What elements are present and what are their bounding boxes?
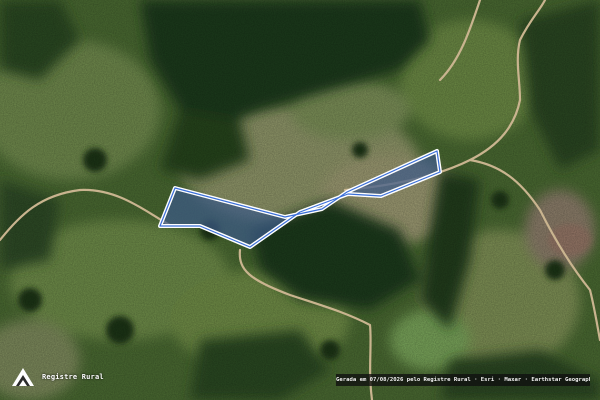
- satellite-imagery: [0, 0, 600, 400]
- satellite-map[interactable]: Registre Rural Gerada em 07/08/2026 pelo…: [0, 0, 600, 400]
- registre-rural-logo: Registre Rural: [10, 366, 104, 388]
- map-attribution: Gerada em 07/08/2026 pelo Registre Rural…: [336, 374, 590, 386]
- registre-rural-logo-icon: [12, 368, 34, 386]
- brand-name: Registre Rural: [42, 373, 104, 381]
